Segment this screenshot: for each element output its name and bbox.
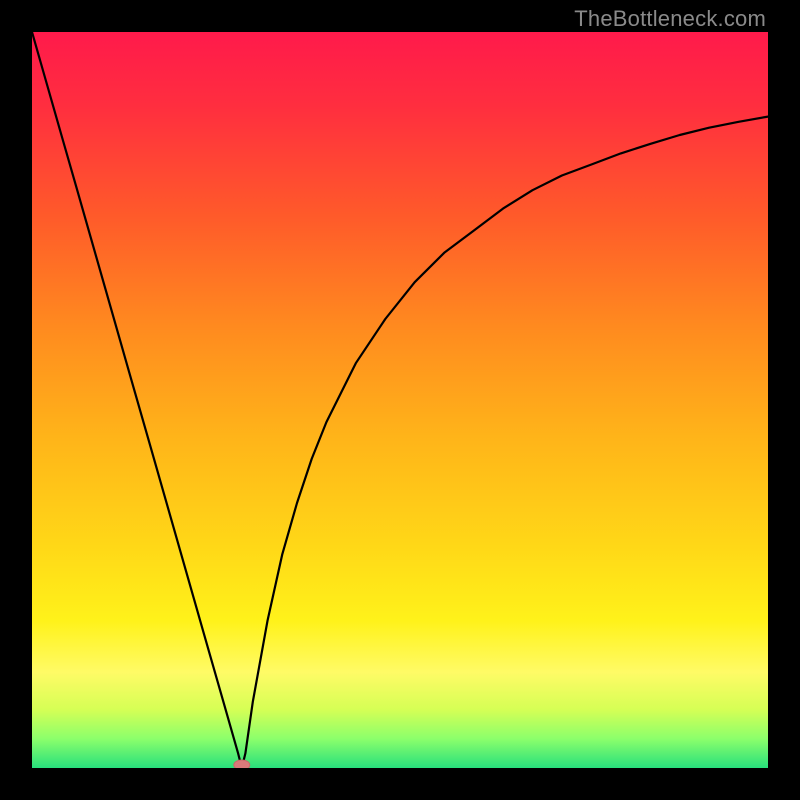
optimal-point-marker xyxy=(234,760,250,768)
chart-frame xyxy=(32,32,768,768)
watermark-text: TheBottleneck.com xyxy=(574,6,766,32)
bottleneck-chart xyxy=(32,32,768,768)
